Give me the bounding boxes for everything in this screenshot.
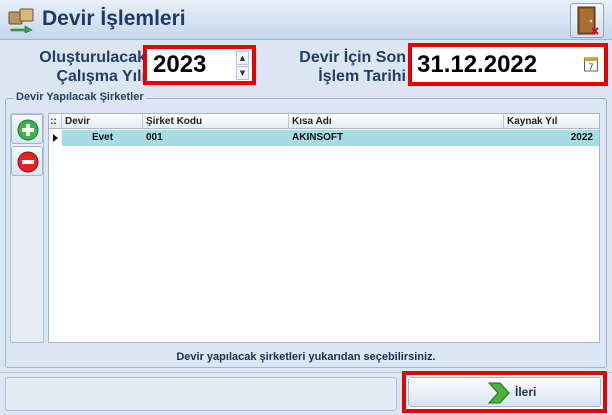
exit-button[interactable]	[570, 3, 604, 38]
year-label-line2: Çalışma Yılı	[56, 68, 146, 85]
cell-devir[interactable]: Evet	[62, 130, 143, 146]
row-indicator	[49, 130, 62, 146]
grid-header: :: Devir Şirket Kodu Kısa Adı Kaynak Yıl	[49, 114, 599, 129]
year-label-line1: Oluşturulacak	[39, 49, 146, 66]
year-spin-input[interactable]	[153, 51, 233, 79]
cell-kisa-adi[interactable]: AKINSOFT	[289, 130, 504, 146]
column-devir[interactable]: Devir	[62, 114, 143, 129]
column-marker[interactable]: ::	[49, 114, 62, 129]
add-icon	[17, 119, 39, 141]
door-exit-icon	[577, 6, 599, 35]
year-label: Oluşturulacak Çalışma Yılı	[6, 48, 146, 86]
svg-text:7: 7	[588, 63, 593, 72]
spin-up-button[interactable]: ▲	[236, 51, 249, 65]
table-row[interactable]: Evet 001 AKINSOFT 2022	[62, 130, 599, 146]
next-button-label: İleri	[515, 385, 537, 399]
group-title: Devir Yapılacak Şirketler	[14, 91, 146, 103]
title-bar: Devir İşlemleri	[0, 0, 612, 40]
column-sirket-kodu[interactable]: Şirket Kodu	[143, 114, 289, 129]
date-input[interactable]	[417, 51, 577, 79]
add-company-button[interactable]	[11, 114, 43, 144]
companies-group: Devir Yapılacak Şirketler :: Devir Şirke…	[5, 91, 607, 368]
window-title: Devir İşlemleri	[42, 7, 186, 30]
folder-transfer-icon	[7, 7, 37, 34]
hint-text: Devir yapılacak şirketleri yukarıdan seç…	[176, 351, 436, 363]
date-label: Devir İçin Son İşlem Tarihi	[262, 48, 406, 86]
spin-down-button[interactable]: ▼	[236, 66, 249, 80]
date-label-line2: İşlem Tarihi	[318, 68, 406, 85]
year-field-highlight: ▲ ▼	[143, 45, 256, 85]
remove-company-button[interactable]	[11, 146, 43, 176]
column-kisa-adi[interactable]: Kısa Adı	[289, 114, 504, 129]
cell-kaynak-yil[interactable]: 2022	[504, 130, 599, 146]
next-button-highlight: İleri	[402, 371, 607, 413]
next-button[interactable]: İleri	[408, 377, 601, 407]
date-field-highlight: 7	[408, 43, 608, 86]
companies-grid[interactable]: :: Devir Şirket Kodu Kısa Adı Kaynak Yıl…	[48, 113, 600, 343]
side-button-panel	[10, 113, 44, 343]
calendar-icon[interactable]: 7	[584, 56, 598, 76]
date-label-line1: Devir İçin Son	[299, 49, 406, 66]
arrow-right-icon	[487, 382, 510, 404]
year-spinner: ▲ ▼	[236, 51, 249, 81]
remove-icon	[17, 151, 39, 173]
bottom-status-panel	[5, 377, 397, 411]
cell-sirket-kodu[interactable]: 001	[143, 130, 289, 146]
column-kaynak-yil[interactable]: Kaynak Yıl	[504, 114, 599, 129]
